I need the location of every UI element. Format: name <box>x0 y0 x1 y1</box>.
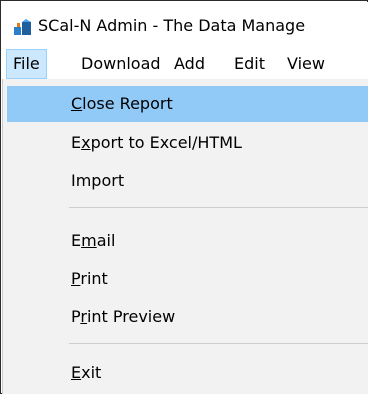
menu-item-print-preview[interactable]: Print Preview <box>7 299 368 335</box>
menu-item-export[interactable]: Export to Excel/HTML <box>7 125 368 161</box>
title-bar[interactable]: SCal-N Admin - The Data Manage <box>2 2 368 49</box>
menu-item-close-report[interactable]: Close Report <box>7 86 368 122</box>
menu-separator <box>69 343 368 344</box>
menu-item-label: Print Preview <box>71 307 176 326</box>
application-window: SCal-N Admin - The Data Manage File Down… <box>0 0 368 394</box>
menu-item-label: Print <box>71 269 108 288</box>
menu-download[interactable]: Download <box>74 49 168 79</box>
menu-edit[interactable]: Edit <box>227 49 272 79</box>
file-menu-dropdown: Close Report Export to Excel/HTML Import… <box>2 79 368 394</box>
menu-item-import[interactable]: Import <box>7 163 368 199</box>
menu-bar: File Download Add Edit View <box>2 49 368 79</box>
menu-item-label: Import <box>71 171 125 190</box>
menu-add[interactable]: Add <box>167 49 212 79</box>
menu-separator <box>69 207 368 208</box>
menu-item-email[interactable]: Email <box>7 223 368 259</box>
menu-item-label: Export to Excel/HTML <box>71 133 242 152</box>
menu-view[interactable]: View <box>280 49 332 79</box>
menu-item-label: Email <box>71 231 116 250</box>
menu-file[interactable]: File <box>6 49 47 79</box>
menu-item-exit[interactable]: Exit <box>7 355 368 391</box>
menu-item-label: Close Report <box>71 94 173 113</box>
window-title: SCal-N Admin - The Data Manage <box>38 16 306 35</box>
menu-item-label: Exit <box>71 363 102 382</box>
app-icon <box>14 19 31 35</box>
menu-item-print[interactable]: Print <box>7 261 368 297</box>
